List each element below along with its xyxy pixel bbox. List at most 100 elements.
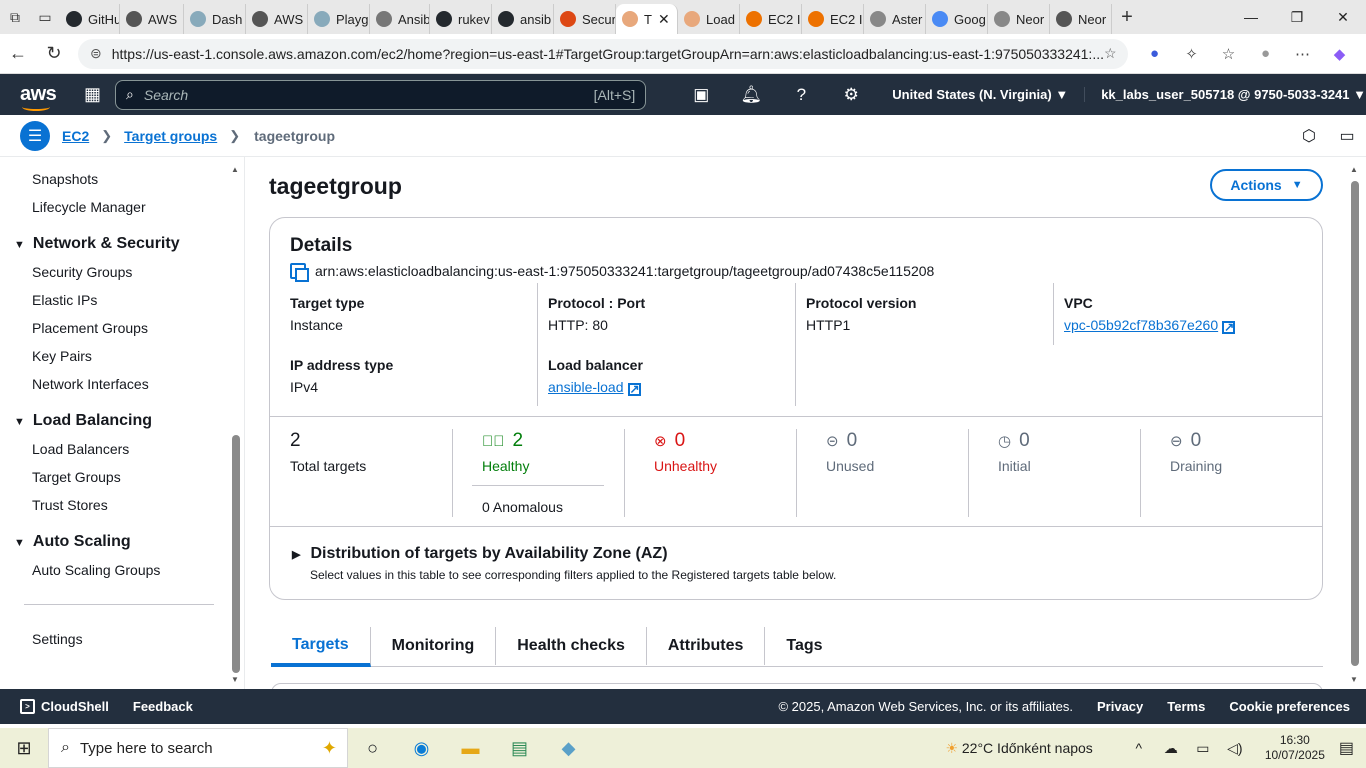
back-icon[interactable]: ← xyxy=(0,43,36,64)
region-selector[interactable]: United States (N. Virginia) ▼ xyxy=(892,87,1068,102)
sidebar-item-network-interfaces[interactable]: Network Interfaces xyxy=(32,376,149,392)
sidebar-item-key-pairs[interactable]: Key Pairs xyxy=(32,348,92,364)
sidebar-section-network-security[interactable]: ▼ Network & Security xyxy=(14,235,180,253)
browser-tab[interactable]: Dash xyxy=(184,4,246,34)
scroll-down-icon[interactable]: ▼ xyxy=(1350,675,1358,684)
notifications-icon[interactable]: ▤ xyxy=(1339,738,1354,758)
volume-icon[interactable]: ◁) xyxy=(1219,740,1251,757)
browser-tab[interactable]: ansib xyxy=(492,4,554,34)
windows-start-icon[interactable]: ⊞ xyxy=(0,738,48,759)
load-balancer-link[interactable]: ansible-load xyxy=(548,379,624,395)
sidebar-item-elastic-ips[interactable]: Elastic IPs xyxy=(32,292,97,308)
copy-icon[interactable] xyxy=(290,263,309,282)
services-menu-icon[interactable]: ▦ xyxy=(84,84,101,105)
feedback-link[interactable]: Feedback xyxy=(133,699,193,714)
actions-button[interactable]: Actions ▼ xyxy=(1210,169,1323,201)
sidebar-item-snapshots[interactable]: Snapshots xyxy=(32,171,98,187)
tab-tags[interactable]: Tags xyxy=(765,627,843,665)
sidebar-item-settings[interactable]: Settings xyxy=(32,631,83,647)
stat-draining[interactable]: ⊖ 0 Draining xyxy=(1170,430,1222,474)
notifications-bell-icon[interactable]: 🔔︎ xyxy=(726,85,776,105)
workspaces-icon[interactable]: ⧉ xyxy=(0,0,30,34)
cloudshell-button[interactable]: > CloudShell xyxy=(20,699,109,714)
sidebar-item-trust-stores[interactable]: Trust Stores xyxy=(32,497,108,513)
close-window-icon[interactable]: ✕ xyxy=(1320,9,1366,26)
breadcrumb-ec2[interactable]: EC2 xyxy=(62,128,89,144)
weather-widget[interactable]: ☀ 22°C Időnként napos xyxy=(945,740,1092,757)
browser-tab[interactable]: AWS xyxy=(246,4,308,34)
show-hidden-icons-chevron-icon[interactable]: ^ xyxy=(1123,740,1155,756)
browser-tab[interactable]: T ✕ xyxy=(616,4,678,34)
tab-actions-icon[interactable]: ▭ xyxy=(30,0,60,34)
browser-tab[interactable]: AWS xyxy=(120,4,184,34)
stat-initial[interactable]: ◷ 0 Initial xyxy=(998,430,1031,474)
browser-tab[interactable]: GitHu xyxy=(60,4,120,34)
aws-logo[interactable]: aws xyxy=(20,83,57,111)
clock[interactable]: 16:30 10/07/2025 xyxy=(1265,733,1325,763)
site-info-icon[interactable]: ⊜ xyxy=(90,45,102,62)
network-icon[interactable]: ☁ xyxy=(1155,740,1187,757)
terms-link[interactable]: Terms xyxy=(1167,699,1205,714)
feedback-panel-icon[interactable]: ▭ xyxy=(1328,126,1366,146)
settings-gear-icon[interactable]: ⚙ xyxy=(826,85,876,105)
cloudshell-icon[interactable]: ▣ xyxy=(676,85,726,105)
app-icon[interactable]: ◆ xyxy=(544,738,593,759)
vpc-link[interactable]: vpc-05b92cf78b367e260 xyxy=(1064,317,1218,333)
sidebar-item-load-balancers[interactable]: Load Balancers xyxy=(32,441,129,457)
browser-tab[interactable]: Playg xyxy=(308,4,370,34)
browser-tab[interactable]: Neor xyxy=(1050,4,1112,34)
breadcrumb-target-groups[interactable]: Target groups xyxy=(124,128,217,144)
close-tab-icon[interactable]: ✕ xyxy=(658,11,670,28)
browser-tab[interactable]: Secur xyxy=(554,4,616,34)
restore-icon[interactable]: ❐ xyxy=(1274,9,1320,26)
browser-tab[interactable]: Ansib xyxy=(370,4,430,34)
new-tab-button[interactable]: + xyxy=(1112,6,1142,29)
scroll-down-icon[interactable]: ▼ xyxy=(231,675,239,684)
distribution-expander[interactable]: ▶ Distribution of targets by Availabilit… xyxy=(292,545,668,563)
sidebar-item-target-groups[interactable]: Target Groups xyxy=(32,469,121,485)
scrollbar-thumb[interactable] xyxy=(1351,181,1359,666)
info-panel-icon[interactable]: ⬡ xyxy=(1290,126,1328,146)
sidebar-section-load-balancing[interactable]: ▼ Load Balancing xyxy=(14,412,152,430)
tab-targets[interactable]: Targets xyxy=(271,627,371,667)
file-explorer-icon[interactable]: ▬ xyxy=(446,738,495,759)
tab-monitoring[interactable]: Monitoring xyxy=(371,627,497,665)
sidebar-item-security-groups[interactable]: Security Groups xyxy=(32,264,132,280)
sidebar-section-auto-scaling[interactable]: ▼ Auto Scaling xyxy=(14,533,131,551)
sidebar-scrollbar[interactable]: ▲ ▼ xyxy=(231,165,241,685)
main-scrollbar[interactable]: ▲ ▼ xyxy=(1350,165,1360,685)
browser-tab[interactable]: Aster xyxy=(864,4,926,34)
taskbar-search-input[interactable]: ⌕ Type here to search ✦ xyxy=(48,728,348,768)
browser-tab[interactable]: Neor xyxy=(988,4,1050,34)
cookie-preferences-link[interactable]: Cookie preferences xyxy=(1229,699,1350,714)
task-view-icon[interactable]: ○ xyxy=(348,738,397,759)
favorite-star-icon[interactable]: ☆ xyxy=(1104,45,1117,62)
stat-anomalous[interactable]: 0 Anomalous xyxy=(482,499,563,515)
browser-tab[interactable]: EC2 I xyxy=(802,4,864,34)
url-field[interactable]: ⊜ https://us-east-1.console.aws.amazon.c… xyxy=(78,38,1128,69)
search-input[interactable]: ⌕ Search [Alt+S] xyxy=(115,79,647,110)
browser-tab[interactable]: Load xyxy=(678,4,740,34)
display-icon[interactable]: ▭ xyxy=(1187,740,1219,757)
favorites-icon[interactable]: ☆ xyxy=(1210,45,1247,63)
side-nav-toggle-icon[interactable]: ☰ xyxy=(20,120,50,151)
browser-tab[interactable]: rukev xyxy=(430,4,492,34)
privacy-link[interactable]: Privacy xyxy=(1097,699,1143,714)
stat-unhealthy[interactable]: ⊗ 0 Unhealthy xyxy=(654,430,717,474)
browser-tab[interactable]: EC2 I xyxy=(740,4,802,34)
scroll-up-icon[interactable]: ▲ xyxy=(231,165,239,174)
sidebar-item-placement-groups[interactable]: Placement Groups xyxy=(32,320,148,336)
scroll-up-icon[interactable]: ▲ xyxy=(1350,165,1358,174)
account-menu[interactable]: kk_labs_user_505718 @ 9750-5033-3241 ▼ xyxy=(1084,87,1366,102)
extension-icon[interactable]: ● xyxy=(1136,45,1173,63)
help-icon[interactable]: ? xyxy=(776,85,826,105)
edge-browser-icon[interactable]: ◉ xyxy=(397,738,446,759)
stat-healthy[interactable]: ✓⃝ 2 Healthy xyxy=(482,430,529,474)
browser-tab[interactable]: Goog xyxy=(926,4,988,34)
notepad-app-icon[interactable]: ▤ xyxy=(495,738,544,759)
tab-health-checks[interactable]: Health checks xyxy=(496,627,647,665)
sidebar-item-auto-scaling-groups[interactable]: Auto Scaling Groups xyxy=(32,562,160,578)
copilot-icon[interactable]: ◆ xyxy=(1321,45,1358,63)
extensions-puzzle-icon[interactable]: ✧ xyxy=(1173,45,1210,63)
more-menu-icon[interactable]: ⋯ xyxy=(1284,45,1321,63)
